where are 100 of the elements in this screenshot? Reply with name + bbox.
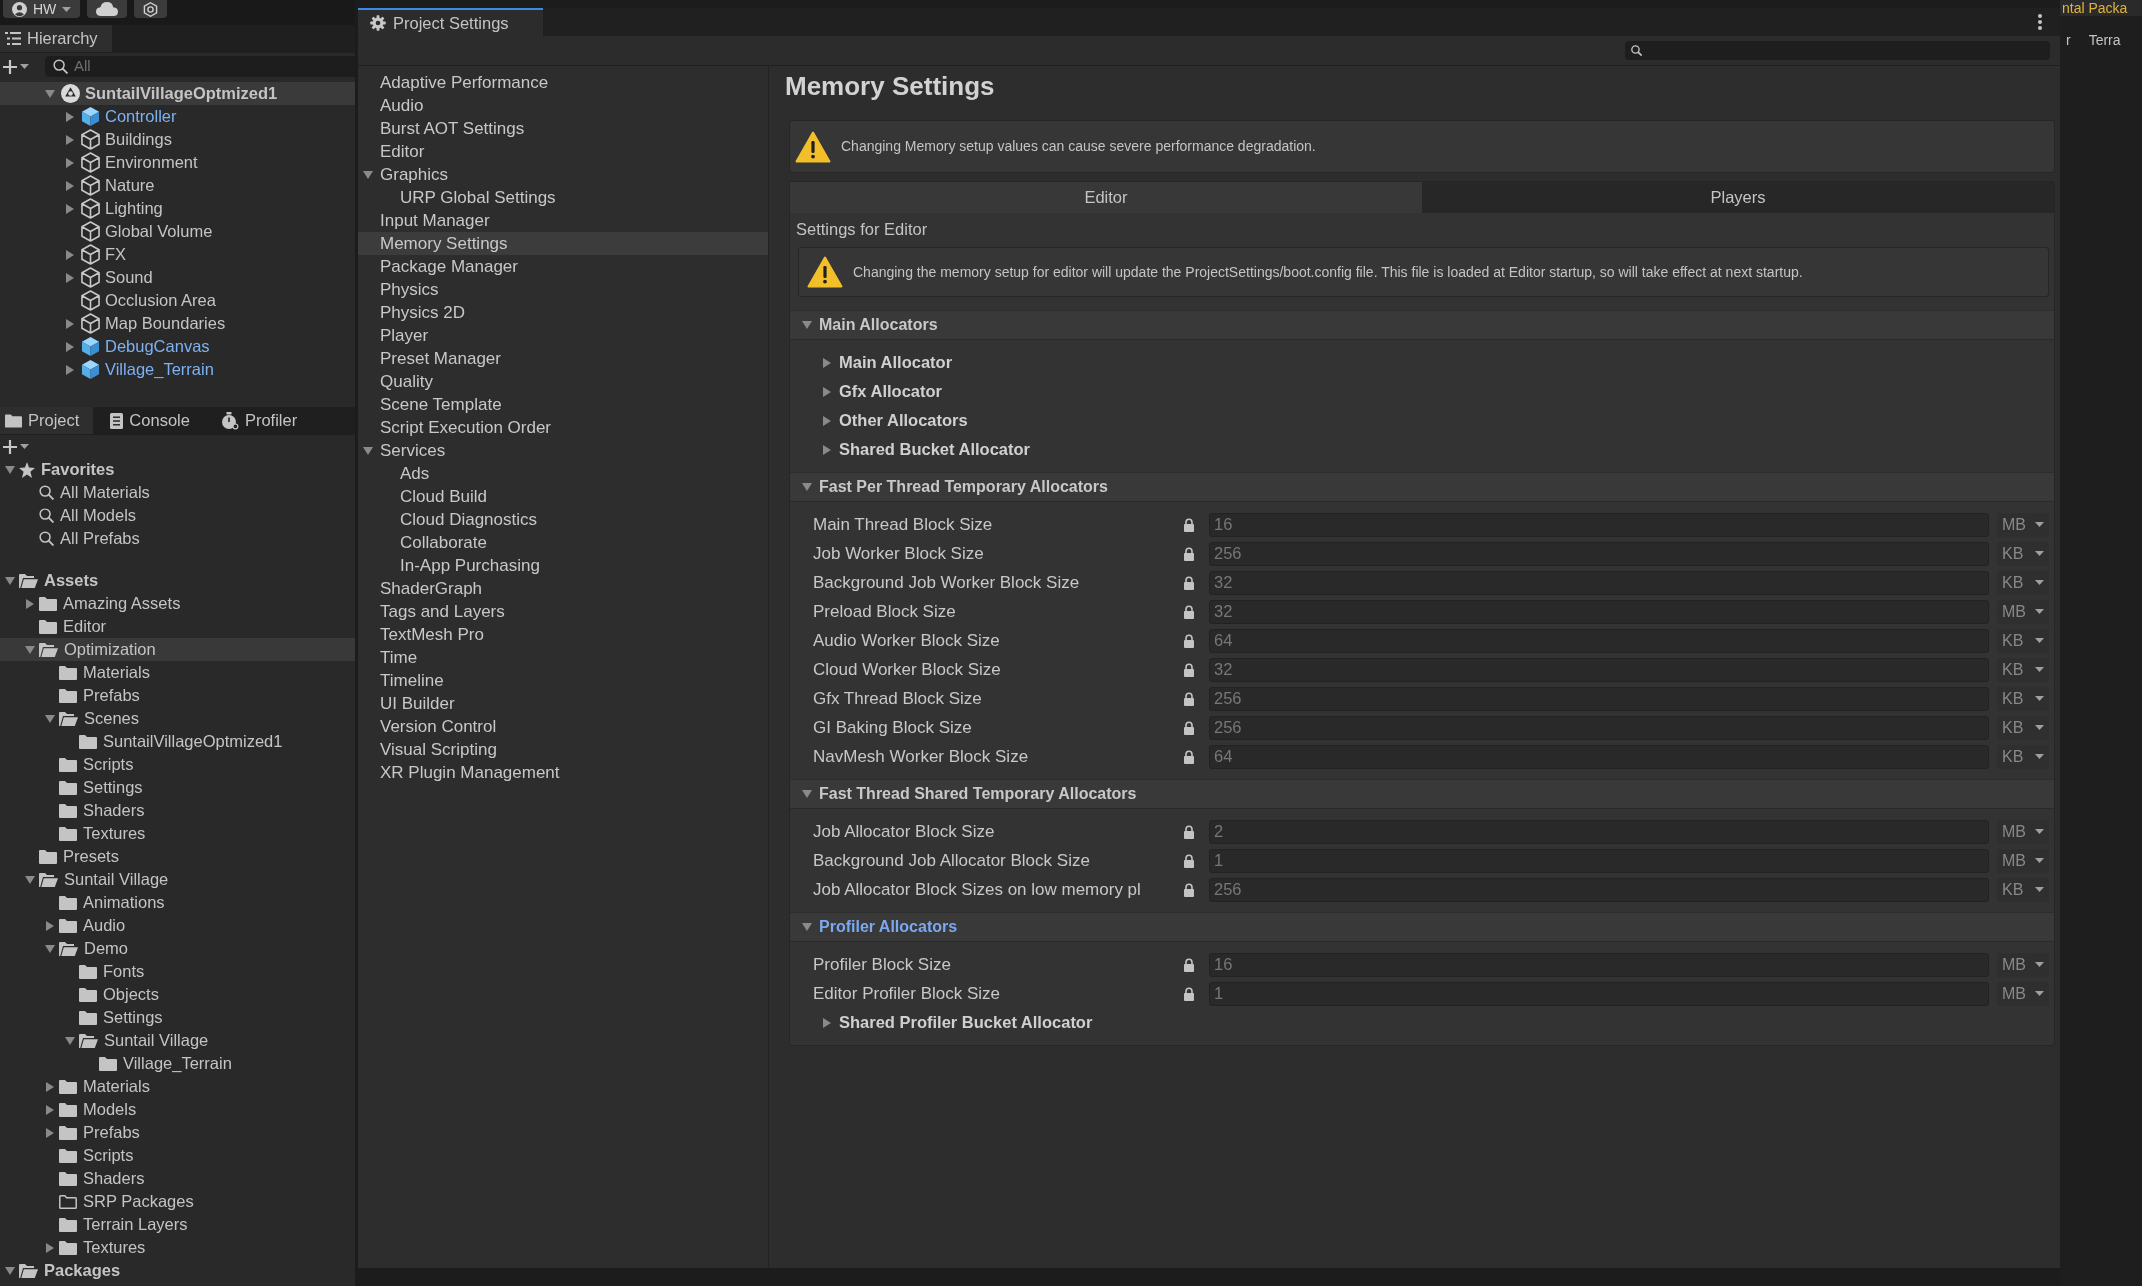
unit-dropdown[interactable]: MB [1997, 952, 2049, 977]
tree-item[interactable]: Occlusion Area [0, 289, 355, 312]
more-options-icon[interactable] [2038, 14, 2042, 30]
unit-dropdown[interactable]: KB [1997, 686, 2049, 711]
sidebar-item[interactable]: Memory Settings [358, 232, 768, 255]
tree-item[interactable]: Shaders [0, 799, 355, 822]
tree-item[interactable]: Presets [0, 845, 355, 868]
sidebar-item[interactable]: Time [358, 646, 768, 669]
sidebar-item[interactable]: Cloud Diagnostics [358, 508, 768, 531]
tree-item[interactable]: Settings [0, 1006, 355, 1029]
tree-item[interactable]: SuntailVillageOptmized1 [0, 82, 355, 105]
tree-item[interactable]: Assets [0, 569, 355, 592]
tree-item[interactable]: Scripts [0, 1144, 355, 1167]
tree-item[interactable]: Scripts [0, 753, 355, 776]
section-header[interactable]: Fast Thread Shared Temporary Allocators [790, 779, 2054, 809]
tree-item[interactable]: Objects [0, 983, 355, 1006]
tab[interactable]: Players [1422, 182, 2054, 213]
tree-item[interactable]: Materials [0, 1075, 355, 1098]
tree-item[interactable]: Textures [0, 1236, 355, 1259]
sidebar-item[interactable]: TextMesh Pro [358, 623, 768, 646]
sidebar-item[interactable]: ShaderGraph [358, 577, 768, 600]
section-header[interactable]: Main Allocators [790, 310, 2054, 340]
sidebar-item[interactable]: Quality [358, 370, 768, 393]
tree-item[interactable]: Nature [0, 174, 355, 197]
sidebar-item[interactable]: Services [358, 439, 768, 462]
tree-item[interactable]: Environment [0, 151, 355, 174]
tree-item[interactable]: Global Volume [0, 220, 355, 243]
tree-item[interactable]: Settings [0, 776, 355, 799]
sidebar-item[interactable]: UI Builder [358, 692, 768, 715]
account-dropdown[interactable]: HW [3, 0, 81, 18]
foldout[interactable]: Other Allocators [790, 406, 2054, 435]
section-header[interactable]: Profiler Allocators [790, 912, 2054, 942]
tree-item[interactable]: Packages [0, 1259, 355, 1282]
sidebar-item[interactable]: In-App Purchasing [358, 554, 768, 577]
tree-item[interactable]: Map Boundaries [0, 312, 355, 335]
tree-item[interactable]: Prefabs [0, 1121, 355, 1144]
toolbar-button[interactable]: ntal Packa [2060, 0, 2142, 16]
tree-item[interactable]: All Materials [0, 481, 355, 504]
foldout[interactable]: Main Allocator [790, 348, 2054, 377]
sidebar-item[interactable]: Package Manager [358, 255, 768, 278]
sidebar-item[interactable]: Burst AOT Settings [358, 117, 768, 140]
sidebar-item[interactable]: Physics [358, 278, 768, 301]
sidebar-item[interactable]: Input Manager [358, 209, 768, 232]
unit-dropdown[interactable]: MB [1997, 599, 2049, 624]
toolbar-button[interactable] [134, 0, 168, 18]
sidebar-item[interactable]: Adaptive Performance [358, 71, 768, 94]
tree-item[interactable]: Village_Terrain [0, 358, 355, 381]
unit-dropdown[interactable]: MB [1997, 512, 2049, 537]
foldout[interactable]: Shared Profiler Bucket Allocator [790, 1008, 2054, 1037]
tree-item[interactable]: All Models [0, 504, 355, 527]
tree-item[interactable]: Shaders [0, 1167, 355, 1190]
tree-item[interactable]: Terrain Layers [0, 1213, 355, 1236]
tree-item[interactable]: Village_Terrain [0, 1052, 355, 1075]
tree-item[interactable]: Sound [0, 266, 355, 289]
foldout[interactable]: Gfx Allocator [790, 377, 2054, 406]
cloud-button[interactable] [87, 0, 128, 18]
sidebar-item[interactable]: Collaborate [358, 531, 768, 554]
tree-item[interactable]: Suntail Village [0, 868, 355, 891]
sidebar-item[interactable]: Tags and Layers [358, 600, 768, 623]
tree-item[interactable]: SRP Packages [0, 1190, 355, 1213]
tree-item[interactable]: Buildings [0, 128, 355, 151]
search-field[interactable] [1625, 41, 2050, 60]
unit-dropdown[interactable]: MB [1997, 848, 2049, 873]
tree-item[interactable]: SuntailVillageOptmized1 [0, 730, 355, 753]
window-tab[interactable]: Project Settings [358, 8, 543, 36]
tree-item[interactable]: FX [0, 243, 355, 266]
tree-item[interactable]: Optimization [0, 638, 355, 661]
unit-dropdown[interactable]: KB [1997, 744, 2049, 769]
sidebar-item[interactable]: Script Execution Order [358, 416, 768, 439]
panel-tab[interactable]: Terra [2088, 30, 2121, 51]
unit-dropdown[interactable]: KB [1997, 657, 2049, 682]
tree-item[interactable]: Demo [0, 937, 355, 960]
tree-item[interactable]: Textures [0, 822, 355, 845]
tree-item[interactable]: Materials [0, 661, 355, 684]
unit-dropdown[interactable]: KB [1997, 877, 2049, 902]
tree-item[interactable]: Audio [0, 914, 355, 937]
tree-item[interactable]: Favorites [0, 458, 355, 481]
tree-item[interactable]: Controller [0, 105, 355, 128]
sidebar-item[interactable]: Cloud Build [358, 485, 768, 508]
tree-item[interactable]: Prefabs [0, 684, 355, 707]
foldout[interactable]: Shared Bucket Allocator [790, 435, 2054, 464]
sidebar-item[interactable]: Player [358, 324, 768, 347]
tree-item[interactable]: Lighting [0, 197, 355, 220]
unit-dropdown[interactable]: MB [1997, 981, 2049, 1006]
panel-tab[interactable]: Project [0, 407, 94, 434]
sidebar-item[interactable]: Ads [358, 462, 768, 485]
tree-item[interactable]: DebugCanvas [0, 335, 355, 358]
section-header[interactable]: Fast Per Thread Temporary Allocators [790, 472, 2054, 502]
sidebar-item[interactable]: Audio [358, 94, 768, 117]
panel-tab[interactable]: r [2066, 30, 2071, 51]
tree-item[interactable]: Models [0, 1098, 355, 1121]
sidebar-item[interactable]: URP Global Settings [358, 186, 768, 209]
sidebar-item[interactable]: XR Plugin Management [358, 761, 768, 784]
unit-dropdown[interactable]: KB [1997, 628, 2049, 653]
sidebar-item[interactable]: Editor [358, 140, 768, 163]
tree-item[interactable]: Amazing Assets [0, 592, 355, 615]
tree-item[interactable]: All Prefabs [0, 527, 355, 550]
panel-tab[interactable]: Hierarchy [0, 25, 112, 52]
unit-dropdown[interactable]: MB [1997, 819, 2049, 844]
tab[interactable]: Editor [790, 182, 1422, 213]
